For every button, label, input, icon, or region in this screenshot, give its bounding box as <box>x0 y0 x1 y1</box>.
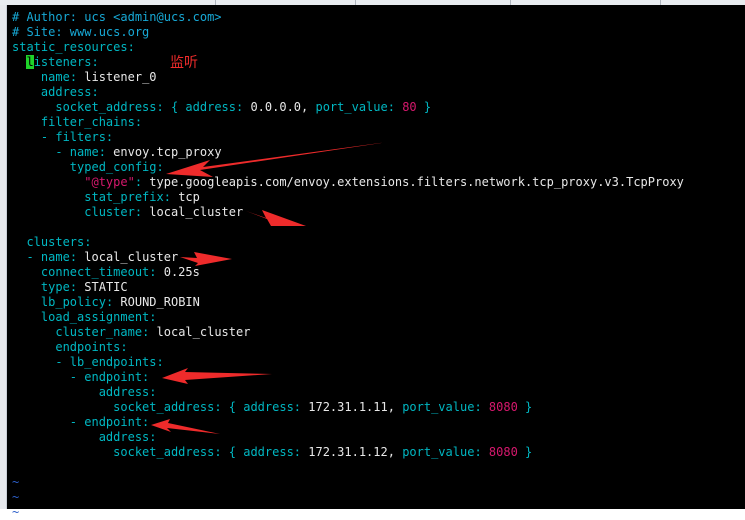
value-type: STATIC <box>84 280 128 294</box>
value-connect-timeout: 0.25s <box>163 265 200 279</box>
code-line: filter_chains: <box>12 115 684 130</box>
yaml-buffer[interactable]: # Author: ucs <admin@ucs.com> # Site: ww… <box>12 10 684 520</box>
key-name: - name <box>26 250 70 264</box>
code-line: - lb_endpoints: <box>12 355 684 370</box>
value-cluster-name: local_cluster <box>156 325 251 339</box>
empty-line-marker: ~ <box>12 475 684 490</box>
key-type: type <box>40 280 70 294</box>
code-line: # Site: www.ucs.org <box>12 25 684 40</box>
key-load-assignment: load_assignment: <box>40 310 157 324</box>
code-line: # Author: ucs <admin@ucs.com> <box>12 10 684 25</box>
empty-line-marker: ~ <box>12 505 684 520</box>
code-line: name: listener_0 <box>40 70 157 84</box>
terminal-editor[interactable]: # Author: ucs <admin@ucs.com> # Site: ww… <box>7 5 745 519</box>
value-listener-name: listener_0 <box>84 70 157 84</box>
key-clusters: clusters: <box>26 235 92 249</box>
value-address: 172.31.1.12, <box>308 445 395 459</box>
key-port-value: port_value <box>315 100 388 114</box>
key-address: address: <box>98 430 157 444</box>
key-endpoints: endpoints: <box>55 340 128 354</box>
key-socket-address: socket_address <box>55 100 157 114</box>
key-cluster-name: cluster_name <box>55 325 143 339</box>
code-line: listeners: <box>12 55 684 70</box>
code-line: - name: envoy.tcp_proxy <box>55 145 222 159</box>
key-address: address <box>185 100 236 114</box>
key-port-value: port_value <box>402 400 475 414</box>
key-cluster: cluster <box>84 205 135 219</box>
key-name: - name <box>55 145 99 159</box>
key-address: address: <box>98 385 157 399</box>
key-static-resources: static_resources: <box>12 40 135 54</box>
value-filter-name: envoy.tcp_proxy <box>113 145 222 159</box>
key-listeners: isteners: <box>33 55 99 69</box>
annotation-listen-label: 监听 <box>170 55 198 71</box>
tilde-marker: ~ <box>12 490 20 504</box>
value-address: 0.0.0.0, <box>250 100 309 114</box>
code-line: "@type": type.googleapis.com/envoy.exten… <box>84 175 684 189</box>
code-line: static_resources: <box>12 40 684 55</box>
key-connect-timeout: connect_timeout <box>40 265 150 279</box>
code-line: load_assignment: <box>12 310 684 325</box>
code-line: address: <box>12 385 684 400</box>
key-endpoint: - endpoint: <box>69 370 150 384</box>
tilde-marker: ~ <box>12 505 20 519</box>
key-address: address <box>243 400 294 414</box>
code-line: connect_timeout: 0.25s <box>40 265 200 279</box>
code-line: type: STATIC <box>40 280 128 294</box>
key-socket-address: socket_address <box>113 445 215 459</box>
code-line: endpoints: <box>12 340 684 355</box>
key-address: address: <box>40 85 99 99</box>
text-cursor: l <box>26 55 34 69</box>
code-line: cluster_name: local_cluster <box>55 325 251 339</box>
code-line: cluster: local_cluster <box>84 205 244 219</box>
key-stat-prefix: stat_prefix <box>84 190 164 204</box>
key-port-value: port_value <box>402 445 475 459</box>
empty-line-marker: ~ <box>12 490 684 505</box>
key-filters: - filters: <box>40 130 114 144</box>
code-line: socket_address: { address: 172.31.1.12, … <box>113 445 533 459</box>
code-line: address: <box>12 85 684 100</box>
key-endpoint: - endpoint: <box>69 415 150 429</box>
code-line: clusters: <box>12 235 684 250</box>
key-lb-endpoints: - lb_endpoints: <box>55 355 164 369</box>
value-type-url: type.googleapis.com/envoy.extensions.fil… <box>149 175 684 189</box>
comment-site: # Site: www.ucs.org <box>12 25 150 39</box>
value-address: 172.31.1.11, <box>308 400 395 414</box>
code-line: - filters: <box>12 130 684 145</box>
code-line: lb_policy: ROUND_ROBIN <box>40 295 200 309</box>
code-line: socket_address: { address: 0.0.0.0, port… <box>55 100 432 114</box>
value-lb-policy: ROUND_ROBIN <box>120 295 200 309</box>
key-type: "@type" <box>84 175 135 189</box>
code-line: typed_config: <box>12 160 684 175</box>
tilde-marker: ~ <box>12 475 20 489</box>
value-cluster-name: local_cluster <box>84 250 179 264</box>
code-line: socket_address: { address: 172.31.1.11, … <box>113 400 533 414</box>
window-left-frame <box>0 5 7 509</box>
code-line: - name: local_cluster <box>26 250 179 264</box>
key-filter-chains: filter_chains: <box>40 115 143 129</box>
key-lb-policy: lb_policy <box>40 295 106 309</box>
key-address: address <box>243 445 294 459</box>
key-name: name <box>40 70 70 84</box>
key-typed-config: typed_config: <box>69 160 164 174</box>
value-port: 80 <box>402 100 417 114</box>
value-cluster: local_cluster <box>149 205 244 219</box>
code-line: - endpoint: <box>12 415 684 430</box>
key-socket-address: socket_address <box>113 400 215 414</box>
value-stat-prefix: tcp <box>178 190 200 204</box>
code-line: stat_prefix: tcp <box>84 190 200 204</box>
value-port: 8080 <box>488 445 518 459</box>
comment-author: # Author: ucs <admin@ucs.com> <box>12 10 222 24</box>
code-line: address: <box>12 430 684 445</box>
value-port: 8080 <box>488 400 518 414</box>
code-line: - endpoint: <box>12 370 684 385</box>
